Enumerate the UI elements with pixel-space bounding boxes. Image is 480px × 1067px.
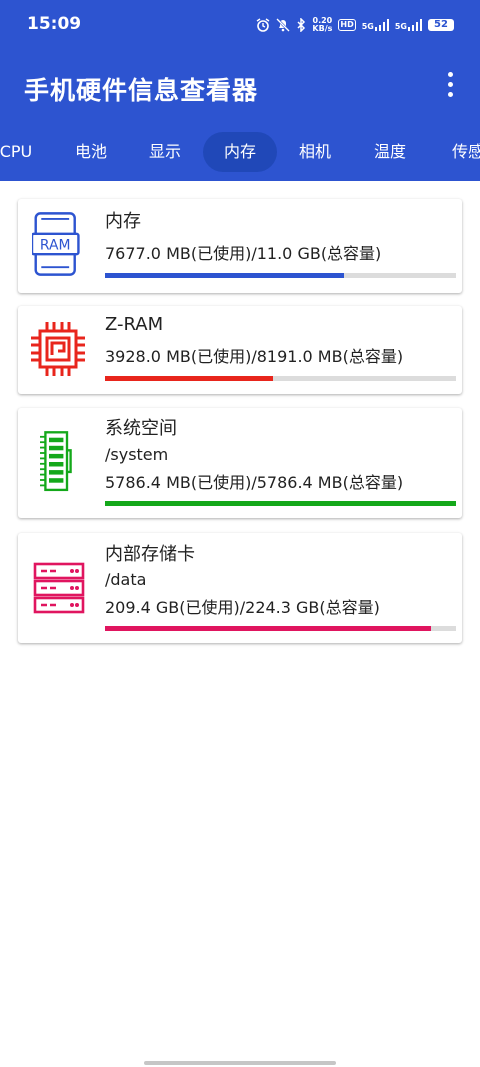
card-usage: 3928.0 MB(已使用)/8191.0 MB(总容量) <box>105 347 404 366</box>
usage-progress-fill <box>105 376 274 381</box>
bluetooth-icon <box>297 18 306 32</box>
home-indicator[interactable] <box>144 1061 336 1065</box>
usage-progress-bar <box>105 273 456 278</box>
mute-bell-icon <box>276 18 291 32</box>
usage-progress-fill <box>105 501 456 506</box>
signal-icon <box>374 19 389 31</box>
card-title: 内存 <box>105 211 141 232</box>
usage-progress-bar <box>105 376 456 381</box>
hd-badge: HD <box>338 19 356 31</box>
alarm-icon <box>257 18 270 32</box>
card-title: 内部存储卡 <box>105 544 195 565</box>
status-icons: 0.20 KB/s HD 5G 5G 52 <box>256 16 454 34</box>
card-usage: 209.4 GB(已使用)/224.3 GB(总容量) <box>105 598 380 617</box>
usage-progress-fill <box>105 626 432 631</box>
app-header: 15:09 0.20 KB/s HD 5G 5G 52 手机硬件信息查看器 CP <box>0 0 480 181</box>
card-usage: 5786.4 MB(已使用)/5786.4 MB(总容量) <box>105 473 404 492</box>
system-storage-card[interactable]: 系统空间 /system 5786.4 MB(已使用)/5786.4 MB(总容… <box>18 408 462 518</box>
sim2-signal: 5G <box>395 19 422 31</box>
network-speed: 0.20 KB/s <box>312 16 333 33</box>
status-bar: 15:09 0.20 KB/s HD 5G 5G 52 <box>0 0 480 48</box>
overflow-menu-icon[interactable] <box>442 70 458 100</box>
signal-icon <box>408 19 422 31</box>
card-title: Z-RAM <box>105 314 164 335</box>
usage-progress-fill <box>105 273 344 278</box>
card-title: 系统空间 <box>105 418 177 439</box>
ram-icon: RAM <box>32 212 80 276</box>
ram-icon-label: RAM <box>40 238 71 254</box>
battery-icon: 52 <box>428 19 454 31</box>
card-usage: 7677.0 MB(已使用)/11.0 GB(总容量) <box>105 244 382 263</box>
app-title: 手机硬件信息查看器 <box>24 76 259 105</box>
memory-stick-icon <box>40 431 72 492</box>
chip-icon <box>31 322 85 376</box>
zram-card[interactable]: Z-RAM 3928.0 MB(已使用)/8191.0 MB(总容量) <box>18 306 462 394</box>
sim1-signal: 5G <box>362 19 389 31</box>
card-path: /system <box>105 445 169 464</box>
tab-bar: CPU 电池 显示 内存 相机 温度 传感 <box>0 124 480 181</box>
status-time: 15:09 <box>27 14 82 34</box>
internal-storage-card[interactable]: 内部存储卡 /data 209.4 GB(已使用)/224.3 GB(总容量) <box>18 533 462 643</box>
memory-card[interactable]: RAM 内存 7677.0 MB(已使用)/11.0 GB(总容量) <box>18 199 462 293</box>
usage-progress-bar <box>105 626 456 631</box>
usage-progress-bar <box>105 501 456 506</box>
tab-sensors[interactable]: 传感 <box>433 132 480 172</box>
tab-display[interactable]: 显示 <box>130 132 200 172</box>
tab-battery[interactable]: 电池 <box>56 132 126 172</box>
tab-camera[interactable]: 相机 <box>280 132 350 172</box>
card-path: /data <box>105 570 147 589</box>
server-storage-icon <box>33 562 85 614</box>
tab-cpu[interactable]: CPU <box>0 132 40 172</box>
tab-temperature[interactable]: 温度 <box>355 132 425 172</box>
tab-memory[interactable]: 内存 <box>203 132 277 172</box>
